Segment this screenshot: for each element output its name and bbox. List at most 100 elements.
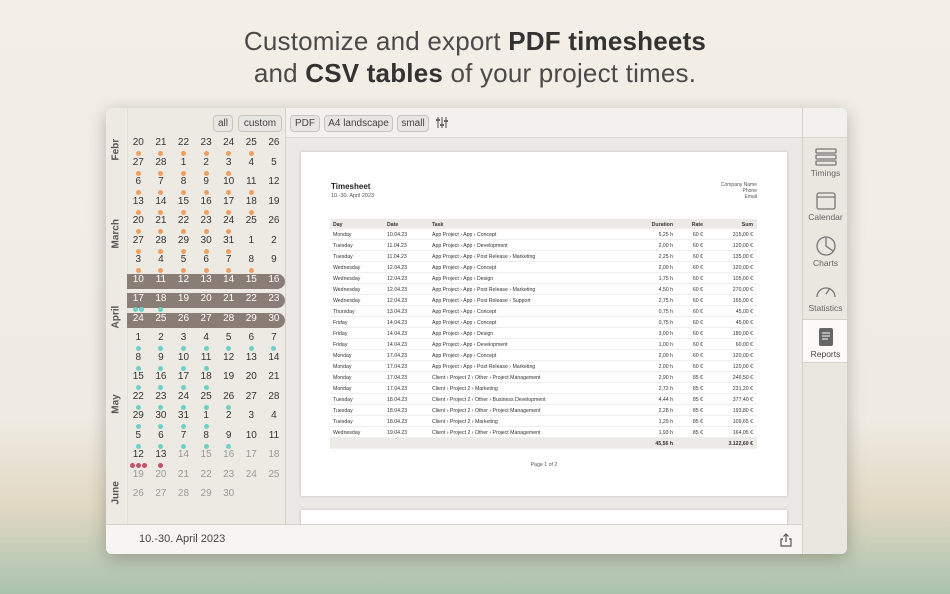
filter-custom-button[interactable]: custom: [238, 115, 282, 132]
table-row: Tuesday 18.04.23 Client › Project 2 › Othe…: [330, 394, 757, 405]
table-row: Tuesday 18.04.23 Client › Project 2 › Othe…: [330, 405, 757, 416]
table-cell: 85 €: [692, 419, 703, 425]
sidebar-item-timings[interactable]: Timings: [803, 148, 847, 188]
table-cell: 2,72 h: [658, 386, 673, 392]
table-cell: 60 €: [692, 353, 703, 359]
table-cell: Friday: [333, 320, 348, 326]
table-cell: 60 €: [692, 342, 703, 348]
report-icon: [818, 328, 833, 346]
table-cell: 17.04.23: [387, 353, 408, 359]
format-pdf-button[interactable]: PDF: [290, 115, 320, 132]
sidebar-item-reports[interactable]: Reports: [803, 319, 847, 363]
table-cell: 120,00 €: [732, 353, 753, 359]
table-row: Monday 17.04.23 Client › Project 2 › Other…: [330, 372, 757, 383]
sidebar-item-statistics[interactable]: Statistics: [803, 280, 847, 324]
table-cell: 45,00 €: [735, 309, 753, 315]
calendar-day[interactable]: 27: [150, 487, 173, 510]
table-cell: 85 €: [692, 386, 703, 392]
filter-all-button[interactable]: all: [213, 115, 233, 132]
sidebar-label: Charts: [812, 258, 839, 268]
month-label: Febr: [110, 138, 122, 161]
table-header: Day Date Task Duration Rate Sum: [330, 219, 757, 229]
calendar-day[interactable]: 25: [263, 468, 286, 491]
pdf-preview[interactable]: Timesheet 10.-30. April 2023 Company Nam…: [286, 138, 802, 524]
font-size-button[interactable]: small: [397, 115, 429, 132]
timings-icon: [814, 148, 837, 166]
headline-line-2: and CSV tables of your project times.: [0, 58, 950, 89]
table-row: Thursday 13.04.23 App Project › App › Conc…: [330, 306, 757, 317]
table-cell: 164,05 €: [732, 430, 753, 436]
table-row: Tuesday 11.04.23 App Project › App › Post …: [330, 251, 757, 262]
month-label: May: [110, 394, 122, 414]
table-cell: Tuesday: [333, 254, 353, 260]
table-row: Wednesday 12.04.23 App Project › App › Des…: [330, 273, 757, 284]
table-cell: 120,00 €: [732, 265, 753, 271]
timesheet-table: Day Date Task Duration Rate Sum Monday 10.04.23…: [330, 219, 757, 449]
headline-bold: PDF timesheets: [508, 26, 707, 56]
timesheet-title: Timesheet: [331, 182, 371, 191]
table-cell: 109,65 €: [732, 419, 753, 425]
table-cell: 12.04.23: [387, 265, 408, 271]
table-cell: Friday: [333, 331, 348, 337]
calendar-day[interactable]: 26: [127, 487, 150, 510]
sliders-icon[interactable]: [436, 116, 448, 129]
sidebar-item-charts[interactable]: Charts: [803, 235, 847, 277]
table-cell: 2,00 h: [658, 243, 673, 249]
table-cell: Tuesday: [333, 397, 353, 403]
table-cell: 2,00 h: [658, 364, 673, 370]
table-cell: Date: [387, 222, 399, 228]
table-cell: 11.04.23: [387, 254, 407, 260]
table-cell: 12.04.23: [387, 276, 408, 282]
table-cell: 270,00 €: [732, 287, 753, 293]
table-cell: Client › Project 2 › Marketing: [432, 386, 498, 392]
calendar-icon: [815, 192, 836, 210]
sidebar-top: [802, 108, 847, 138]
table-row: Wednesday 12.04.23 App Project › App › Pos…: [330, 284, 757, 295]
table-cell: 14.04.23: [387, 342, 408, 348]
table-cell: 2,00 h: [658, 265, 673, 271]
table-row: Wednesday 19.04.23 Client › Project 2 › Ot…: [330, 427, 757, 438]
headline-text: of your project times.: [443, 58, 697, 88]
sidebar-item-calendar[interactable]: Calendar: [803, 191, 847, 233]
table-cell: 11.04.23: [387, 243, 407, 249]
table-cell: 1,00 h: [658, 342, 673, 348]
table-cell: 2,75 h: [658, 298, 673, 304]
calendar-day[interactable]: 24: [240, 468, 263, 491]
paper-size-button[interactable]: A4 landscape: [324, 115, 393, 132]
table-cell: 1,29 h: [658, 419, 673, 425]
table-cell: 60 €: [692, 254, 703, 260]
table-cell: App Project › App › Post Release › Marke…: [432, 254, 536, 260]
headline-text: Customize and export: [243, 26, 509, 56]
table-cell: Tuesday: [333, 408, 353, 414]
table-cell: Wednesday: [333, 298, 361, 304]
table-cell: Friday: [333, 342, 348, 348]
table-cell: 60,00 €: [735, 342, 753, 348]
table-cell: 18.04.23: [387, 408, 408, 414]
table-total-row: 45,56 h 3.122,60 €: [330, 438, 757, 449]
table-cell: Client › Project 2 › Other › Project Man…: [432, 375, 541, 381]
table-row: Monday 17.04.23 App Project › App › Post R…: [330, 361, 757, 372]
table-cell: 60 €: [692, 232, 703, 238]
table-cell: 180,00 €: [732, 331, 753, 337]
calendar-day[interactable]: 28: [172, 487, 195, 510]
table-cell: 2,90 h: [658, 375, 673, 381]
table-cell: App Project › App › Post Release › Suppo…: [432, 298, 531, 304]
table-cell: 1,75 h: [658, 276, 673, 282]
share-icon[interactable]: [779, 533, 793, 547]
sidebar-label: Statistics: [808, 303, 843, 313]
table-cell: App Project › App › Concept: [432, 232, 497, 238]
headline-line-1: Customize and export PDF timesheets: [0, 26, 950, 57]
table-cell: 60 €: [692, 243, 703, 249]
table-cell: Wednesday: [333, 265, 361, 271]
calendar-day[interactable]: 29: [195, 487, 218, 510]
calendar-day[interactable]: 30: [217, 487, 240, 510]
table-cell: Client › Project 2 › Other › Project Man…: [432, 408, 541, 414]
sidebar-label: Timings: [810, 168, 841, 178]
table-row: Monday 17.04.23 App Project › App › Concep…: [330, 350, 757, 361]
table-cell: 165,00 €: [732, 298, 753, 304]
table-cell: App Project › App › Post Release › Marke…: [432, 364, 536, 370]
table-cell: Monday: [333, 386, 352, 392]
table-cell: 60 €: [692, 364, 703, 370]
calendar-filter-bar: all custom: [106, 108, 286, 136]
table-cell: App Project › App › Post Release › Marke…: [432, 287, 536, 293]
